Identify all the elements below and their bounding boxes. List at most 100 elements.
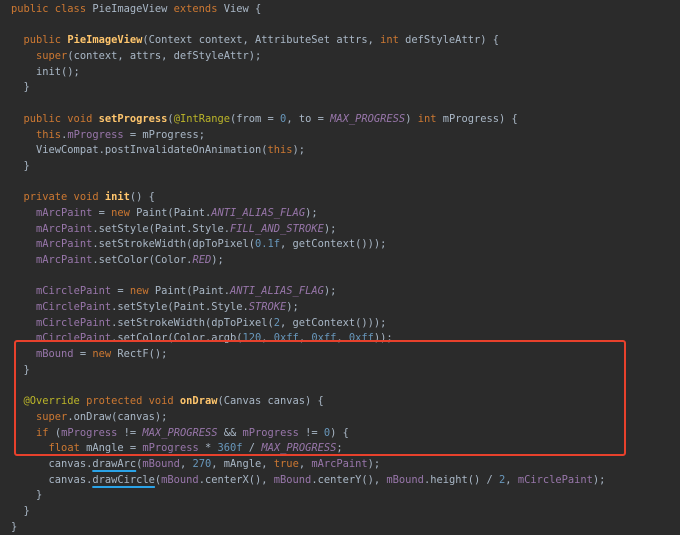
code-line: ViewCompat.postInvalidateOnAnimation(thi… bbox=[0, 143, 680, 159]
code-token: mCirclePaint bbox=[36, 332, 112, 345]
code-token: * bbox=[198, 442, 218, 455]
code-token: .setStrokeWidth(dpToPixel( bbox=[111, 316, 274, 329]
code-token: mProgress bbox=[242, 426, 299, 439]
code-token: super bbox=[36, 50, 68, 63]
code-line: } bbox=[0, 80, 680, 96]
warning-underlined-token: drawArc bbox=[92, 457, 137, 470]
code-token: / bbox=[242, 442, 262, 455]
code-token: protected void bbox=[86, 395, 180, 408]
code-token: mCirclePaint bbox=[36, 316, 112, 329]
code-token: Paint(Paint. bbox=[136, 206, 212, 219]
code-token: ); bbox=[592, 473, 606, 486]
code-token: 0.1f bbox=[255, 238, 281, 251]
code-token: ) bbox=[405, 112, 418, 125]
code-token: mProgress) { bbox=[442, 112, 518, 125]
code-token: 0xff bbox=[311, 332, 337, 345]
code-token: 270 bbox=[192, 457, 212, 470]
code-token: mBound bbox=[386, 473, 424, 486]
code-token: .setColor(Color.argb( bbox=[111, 332, 243, 345]
code-token: mBound bbox=[161, 473, 199, 486]
code-token: (Context context, AttributeSet attrs, bbox=[142, 34, 381, 47]
code-token: = bbox=[92, 206, 112, 219]
code-line: mCirclePaint = new Paint(Paint.ANTI_ALIA… bbox=[0, 284, 680, 300]
code-token: mAngle = bbox=[86, 442, 143, 455]
code-line: float mAngle = mProgress * 360f / MAX_PR… bbox=[0, 441, 680, 457]
code-token: ANTI_ALIAS_FLAG bbox=[211, 206, 306, 219]
code-token: mBound bbox=[36, 348, 74, 361]
code-line: } bbox=[0, 488, 680, 504]
code-token: 0xff bbox=[348, 332, 374, 345]
code-token: && bbox=[217, 426, 243, 439]
code-token: new bbox=[92, 348, 118, 361]
code-token: if bbox=[36, 426, 55, 439]
code-token: .setStrokeWidth(dpToPixel( bbox=[92, 238, 255, 251]
code-token: mArcPaint bbox=[36, 206, 93, 219]
code-token: , getContext())); bbox=[280, 316, 387, 329]
code-token: () { bbox=[129, 191, 155, 204]
code-line: @Override protected void onDraw(Canvas c… bbox=[0, 394, 680, 410]
code-token: 120 bbox=[242, 332, 262, 345]
code-token: mArcPaint bbox=[36, 238, 93, 251]
code-token: mBound bbox=[142, 457, 180, 470]
code-token: ); bbox=[305, 206, 318, 219]
code-line: init(); bbox=[0, 65, 680, 81]
code-line: if (mProgress != MAX_PROGRESS && mProgre… bbox=[0, 426, 680, 442]
code-token: .centerX(), bbox=[198, 473, 274, 486]
code-line: canvas.drawCircle(mBound.centerX(), mBou… bbox=[0, 473, 680, 489]
code-token: ); bbox=[211, 254, 224, 266]
code-token: extends bbox=[173, 3, 224, 15]
warning-underlined-token: drawCircle bbox=[92, 473, 155, 486]
code-line: super.onDraw(canvas); bbox=[0, 410, 680, 426]
code-token: = bbox=[111, 285, 130, 298]
code-token: )); bbox=[373, 332, 393, 345]
code-token: ) { bbox=[330, 426, 349, 439]
code-token: .onDraw(canvas); bbox=[67, 410, 168, 423]
code-token: public void bbox=[11, 112, 99, 125]
code-token: PieImageView bbox=[92, 3, 174, 15]
code-token: this bbox=[36, 128, 62, 141]
code-line: mCirclePaint.setStyle(Paint.Style.STROKE… bbox=[0, 300, 680, 316]
code-token: , bbox=[298, 332, 312, 345]
code-token: .setStyle(Paint.Style. bbox=[111, 301, 249, 314]
code-token: } bbox=[11, 505, 30, 517]
code-token: mProgress bbox=[142, 442, 199, 455]
code-line: } bbox=[0, 159, 680, 175]
code-token: PieImageView bbox=[67, 34, 143, 47]
code-area[interactable]: public class PieImageView extends View {… bbox=[0, 2, 680, 535]
code-token: FILL_AND_STROKE bbox=[229, 222, 324, 235]
code-line: public PieImageView(Context context, Att… bbox=[0, 33, 680, 49]
code-token: .setColor(Color. bbox=[92, 254, 193, 266]
code-token: private void bbox=[11, 191, 105, 204]
code-token: @Override bbox=[23, 395, 87, 408]
code-token: mProgress bbox=[67, 128, 124, 141]
code-line: mArcPaint.setStyle(Paint.Style.FILL_AND_… bbox=[0, 222, 680, 238]
code-token: public bbox=[11, 34, 68, 47]
code-token: defStyleAttr) { bbox=[405, 34, 499, 47]
code-line: this.mProgress = mProgress; bbox=[0, 128, 680, 144]
code-token: , bbox=[179, 457, 193, 470]
code-token: MAX_PROGRESS bbox=[261, 442, 337, 455]
code-line: mArcPaint.setStrokeWidth(dpToPixel(0.1f,… bbox=[0, 237, 680, 253]
code-token: , bbox=[336, 332, 349, 345]
code-line: } bbox=[0, 520, 680, 535]
code-token: mCirclePaint bbox=[36, 285, 112, 298]
code-editor[interactable]: public class PieImageView extends View {… bbox=[0, 0, 680, 533]
code-token: ); bbox=[292, 144, 306, 157]
code-token: 360f bbox=[217, 442, 243, 455]
code-token: int bbox=[417, 112, 443, 125]
code-token: , to = bbox=[286, 112, 331, 125]
code-token: @IntRange bbox=[173, 112, 230, 125]
code-token: = bbox=[73, 348, 93, 361]
code-token: new bbox=[129, 285, 155, 298]
code-token: , mAngle, bbox=[211, 457, 274, 470]
code-token: } bbox=[11, 363, 30, 376]
code-token: != bbox=[117, 426, 143, 439]
